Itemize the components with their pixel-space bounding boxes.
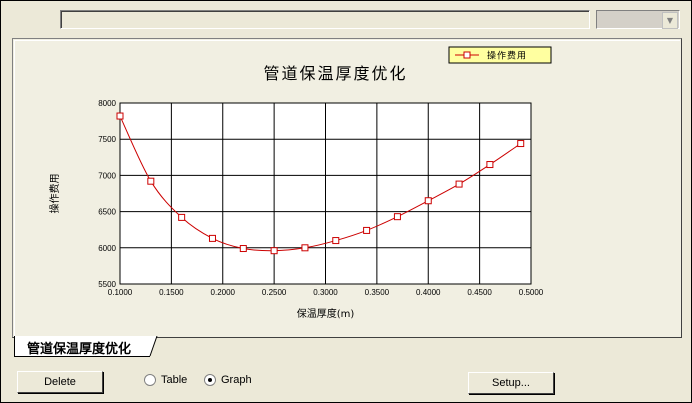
data-point — [486, 161, 494, 169]
y-tick-label: 6500 — [98, 208, 116, 217]
legend-label: 操作费用 — [487, 50, 527, 62]
tab-edge — [146, 336, 158, 357]
tab-pipe-insulation[interactable]: 管道保温厚度优化 — [14, 336, 149, 357]
x-tick-label: 0.2500 — [262, 288, 287, 297]
y-tick-label: 8000 — [98, 99, 116, 108]
y-tick-label: 6000 — [98, 244, 116, 253]
setup-button[interactable]: Setup... — [468, 372, 554, 394]
legend-marker — [463, 51, 471, 59]
tab-panel: 0.1000 0.1500 0.2000 0.2500 0.3000 0.3500 0.40… — [12, 38, 682, 338]
radio-table-label: Table — [161, 374, 188, 387]
x-tick-label: 0.1500 — [159, 288, 184, 297]
y-axis-label: 操作费用 — [48, 174, 61, 214]
data-point — [424, 197, 432, 205]
top-text-field[interactable] — [60, 10, 590, 29]
data-point — [147, 177, 155, 185]
data-point — [239, 245, 247, 253]
tab-label: 管道保温厚度优化 — [27, 342, 132, 357]
top-combo-box[interactable]: ▼ — [596, 10, 680, 29]
data-point — [455, 180, 463, 188]
radio-table-circle[interactable] — [144, 374, 156, 387]
x-tick-label: 0.4500 — [467, 288, 492, 297]
x-tick-label: 0.2000 — [211, 288, 236, 297]
radio-graph[interactable]: Graph — [204, 374, 252, 387]
data-point — [363, 226, 371, 234]
chevron-down-icon[interactable]: ▼ — [662, 12, 678, 29]
data-point — [332, 237, 340, 245]
data-point — [178, 213, 186, 221]
x-axis-label: 保温厚度(m) — [297, 307, 355, 320]
chart-title: 管道保温厚度优化 — [263, 64, 407, 83]
chart: 0.1000 0.1500 0.2000 0.2500 0.3000 0.3500 0.40… — [48, 46, 552, 320]
data-point — [393, 213, 401, 221]
y-tick-label: 7500 — [98, 135, 116, 144]
y-tick-label: 5500 — [98, 280, 116, 289]
data-point — [517, 140, 525, 148]
radio-graph-circle[interactable] — [204, 374, 216, 387]
x-tick-label: 0.3500 — [365, 288, 390, 297]
data-point — [270, 247, 278, 255]
x-tick-label: 0.3000 — [313, 288, 338, 297]
delete-button[interactable]: Delete — [17, 371, 103, 393]
data-point — [116, 112, 124, 120]
data-point — [301, 244, 309, 252]
data-point — [208, 234, 216, 242]
x-tick-label: 0.5000 — [519, 288, 544, 297]
radio-table[interactable]: Table — [144, 374, 188, 387]
radio-graph-label: Graph — [221, 374, 252, 387]
x-tick-label: 0.1000 — [108, 288, 133, 297]
y-tick-label: 7000 — [98, 171, 116, 180]
x-tick-label: 0.4000 — [416, 288, 441, 297]
